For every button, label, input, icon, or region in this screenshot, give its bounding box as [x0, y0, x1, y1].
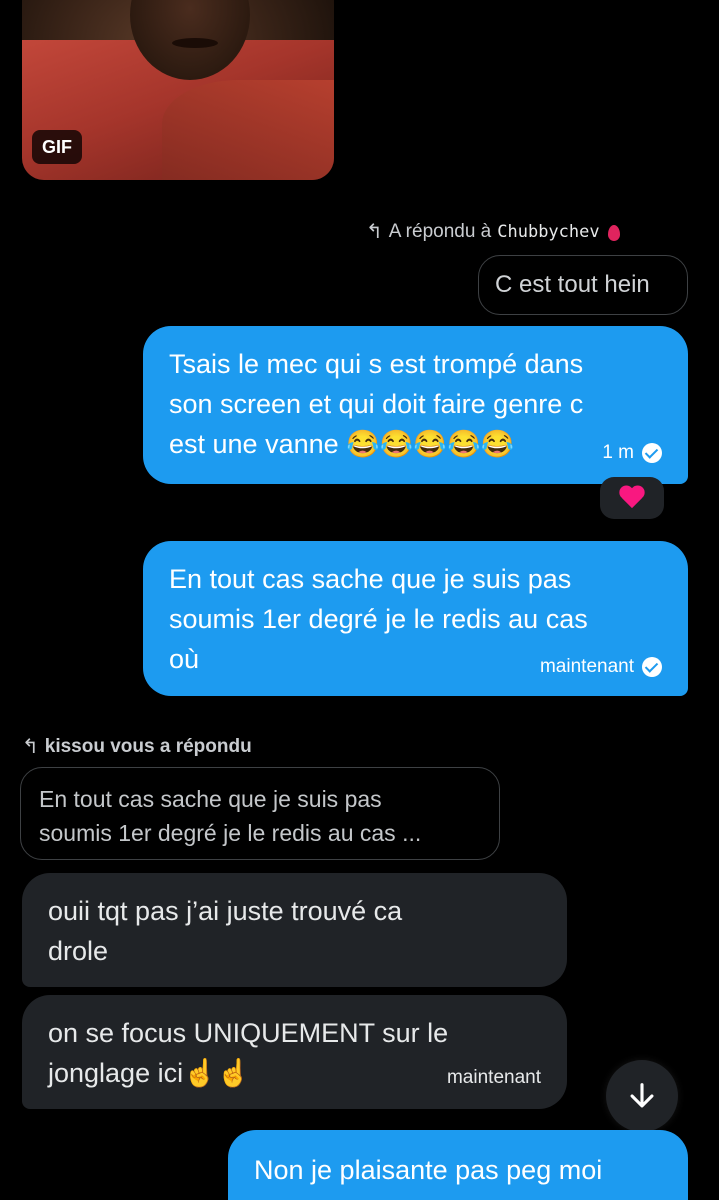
- message-time: 1 m: [602, 442, 634, 463]
- message-bubble-outgoing[interactable]: Tsais le mec qui s est trompé dans son s…: [143, 326, 688, 484]
- message-line: Non je plaisante pas peg moi: [254, 1155, 603, 1185]
- message-meta: maintenant: [540, 656, 662, 678]
- reply-label: kissou vous a répondu: [44, 735, 252, 757]
- reply-context-out: ↰ A répondu à Chubbychev: [366, 219, 620, 244]
- message-line: ouii tqt pas j’ai juste trouvé ca: [48, 896, 403, 926]
- reply-label: A répondu à: [388, 220, 492, 242]
- message-bubble-outgoing[interactable]: Non je plaisante pas peg moi: [228, 1130, 688, 1200]
- reply-arrow-icon: ↰: [366, 221, 383, 243]
- heart-icon: [619, 486, 645, 510]
- message-line: Tsais le mec qui s est trompé dans: [169, 349, 584, 379]
- reply-context-in: ↰ kissou vous a répondu: [22, 734, 252, 759]
- message-line: est une vanne 😂😂😂😂😂: [169, 429, 515, 459]
- message-bubble-incoming[interactable]: ouii tqt pas j’ai juste trouvé ca drole: [22, 873, 567, 987]
- message-bubble-outgoing[interactable]: En tout cas sache que je suis pas soumis…: [143, 541, 688, 696]
- scroll-to-bottom-button[interactable]: [606, 1060, 678, 1132]
- check-circle-icon: [642, 657, 662, 677]
- check-circle-icon: [642, 443, 662, 463]
- quoted-line: soumis 1er degré je le redis au cas ...: [39, 820, 422, 846]
- message-bubble-incoming[interactable]: on se focus UNIQUEMENT sur le jonglage i…: [22, 995, 567, 1109]
- message-line: soumis 1er degré je le redis au cas: [169, 604, 588, 634]
- message-line: drole: [48, 936, 109, 966]
- gif-image-mouth: [172, 38, 218, 48]
- reply-username[interactable]: Chubbychev: [497, 222, 599, 242]
- message-line: on se focus UNIQUEMENT sur le: [48, 1018, 449, 1048]
- quoted-message-in[interactable]: En tout cas sache que je suis pas soumis…: [20, 767, 500, 860]
- message-line: En tout cas sache que je suis pas: [169, 564, 572, 594]
- message-meta: maintenant: [447, 1067, 541, 1089]
- message-time: maintenant: [446, 1067, 541, 1088]
- gif-image-shirt-shadow: [162, 80, 334, 180]
- drop-emoji-icon: [607, 224, 620, 241]
- reaction-badge[interactable]: [600, 477, 664, 519]
- quoted-line: En tout cas sache que je suis pas: [39, 786, 382, 812]
- gif-badge: GIF: [32, 130, 82, 164]
- message-line: son screen et qui doit faire genre c: [169, 389, 584, 419]
- arrow-down-icon: [630, 1083, 654, 1108]
- quoted-text: C est tout hein: [495, 271, 650, 298]
- reply-arrow-icon: ↰: [22, 736, 39, 758]
- quoted-message-out[interactable]: C est tout hein: [478, 255, 688, 315]
- message-time: maintenant: [539, 656, 634, 677]
- message-meta: 1 m: [602, 442, 662, 464]
